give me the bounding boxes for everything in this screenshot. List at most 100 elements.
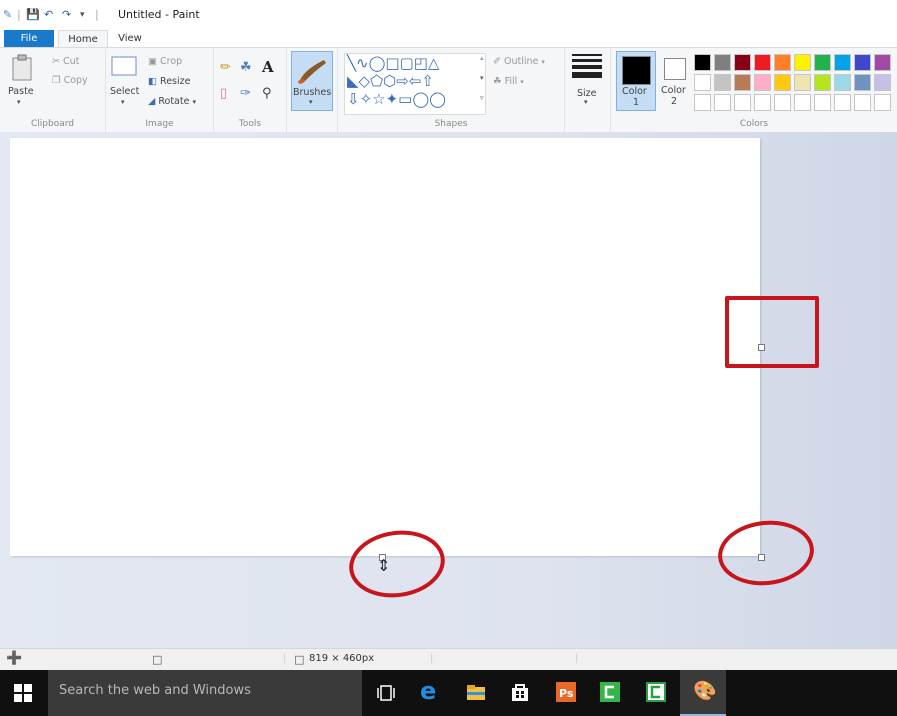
tab-home[interactable]: Home — [58, 30, 108, 48]
paste-icon — [12, 54, 32, 81]
title-bar: ✎ | 💾 ↶ ↷ ▾ | Untitled - Paint — [0, 0, 897, 30]
rotate-button[interactable]: ◢ Rotate ▾ — [148, 96, 196, 107]
shapes-group-label: Shapes — [434, 119, 468, 129]
paste-label[interactable]: Paste — [8, 86, 34, 97]
palette-color-swatch[interactable] — [874, 94, 891, 111]
window-title: Untitled - Paint — [118, 8, 200, 21]
palette-color-swatch[interactable] — [874, 54, 891, 71]
palette-color-swatch[interactable] — [814, 54, 831, 71]
palette-color-swatch[interactable] — [794, 54, 811, 71]
paste-dropdown-icon[interactable]: ▾ — [17, 98, 21, 106]
quick-access-dropdown-icon[interactable]: ▾ — [80, 8, 85, 22]
crop-button[interactable]: ▣ Crop — [148, 56, 182, 67]
camtasia-icon[interactable] — [600, 682, 620, 702]
task-view-icon[interactable] — [376, 684, 396, 704]
store-icon[interactable] — [510, 682, 530, 702]
colors-group-label: Colors — [739, 119, 769, 129]
shapes-expand-icon[interactable]: ▿ — [480, 94, 484, 102]
palette-color-swatch[interactable] — [694, 74, 711, 91]
edge-browser-icon[interactable]: e — [420, 676, 440, 705]
scissors-icon: ✂ — [52, 56, 60, 67]
taskbar-search-input[interactable]: Search the web and Windows — [48, 670, 362, 716]
shapes-scroll-up-icon[interactable]: ▴ — [480, 54, 484, 62]
drawing-canvas[interactable] — [10, 138, 760, 556]
fill-icon: ☘ — [493, 76, 502, 87]
palette-color-swatch[interactable] — [774, 54, 791, 71]
palette-color-swatch[interactable] — [854, 54, 871, 71]
palette-color-swatch[interactable] — [734, 54, 751, 71]
color1-swatch — [622, 56, 651, 85]
palette-color-swatch[interactable] — [714, 74, 731, 91]
palette-color-swatch[interactable] — [854, 94, 871, 111]
palette-color-swatch[interactable] — [814, 94, 831, 111]
photoshop-icon[interactable]: Ps — [556, 682, 576, 702]
rotate-icon: ◢ — [148, 96, 156, 107]
cut-label: Cut — [63, 56, 80, 67]
shapes-gallery[interactable]: ╲∿◯□▢◰△ ◣◇⬠⬡⇨⇦⇧ ⇩✧☆✦▭◯◯ — [344, 53, 486, 115]
paint-taskbar-button[interactable]: 🎨 — [680, 670, 726, 716]
palette-color-swatch[interactable] — [794, 74, 811, 91]
fill-bucket-icon[interactable]: ☘ — [240, 60, 252, 75]
shapes-scroll-down-icon[interactable]: ▾ — [480, 74, 484, 82]
palette-color-swatch[interactable] — [854, 74, 871, 91]
palette-color-swatch[interactable] — [774, 94, 791, 111]
paint-app-icon[interactable]: ✎ — [3, 8, 12, 22]
eraser-icon[interactable]: ▯ — [220, 86, 227, 101]
color2-button[interactable]: Color 2 — [658, 51, 692, 109]
pencil-icon[interactable]: ✏ — [220, 60, 231, 75]
shapes-row-1: ╲∿◯□▢◰△ — [347, 54, 440, 72]
palette-color-swatch[interactable] — [834, 74, 851, 91]
crop-icon: ▣ — [148, 56, 157, 67]
palette-color-swatch[interactable] — [694, 94, 711, 111]
brushes-group: Brushes ▾ — [287, 48, 338, 132]
palette-color-swatch[interactable] — [694, 54, 711, 71]
palette-color-swatch[interactable] — [754, 54, 771, 71]
copy-button[interactable]: ❐ Copy — [52, 75, 88, 86]
save-icon[interactable]: 💾 — [26, 8, 40, 22]
select-dropdown-icon[interactable]: ▾ — [121, 98, 125, 106]
palette-color-swatch[interactable] — [774, 74, 791, 91]
palette-color-swatch[interactable] — [734, 94, 751, 111]
cut-button[interactable]: ✂ Cut — [52, 56, 79, 67]
palette-color-swatch[interactable] — [874, 74, 891, 91]
status-separator: | — [283, 653, 287, 664]
camtasia-recorder-icon[interactable] — [646, 682, 666, 702]
color1-button[interactable]: Color 1 — [616, 51, 656, 111]
size-dropdown-icon[interactable]: ▾ — [584, 98, 588, 106]
status-separator: | — [575, 653, 579, 664]
palette-color-swatch[interactable] — [754, 74, 771, 91]
windows-start-icon[interactable] — [14, 684, 32, 702]
file-explorer-icon[interactable] — [466, 683, 486, 703]
canvas-size-icon: □ — [294, 653, 305, 666]
select-button[interactable] — [110, 54, 138, 78]
fill-dropdown-icon: ▾ — [520, 78, 524, 86]
paste-button[interactable] — [10, 54, 34, 82]
palette-color-swatch[interactable] — [814, 74, 831, 91]
palette-color-swatch[interactable] — [794, 94, 811, 111]
select-label[interactable]: Select — [110, 86, 139, 97]
palette-color-swatch[interactable] — [834, 94, 851, 111]
separator: | — [17, 8, 21, 21]
tab-file[interactable]: File — [4, 30, 54, 47]
palette-color-swatch[interactable] — [714, 54, 731, 71]
text-tool-icon[interactable]: A — [262, 58, 274, 76]
brushes-dropdown-icon: ▾ — [309, 98, 313, 106]
magnifier-icon[interactable]: ⚲ — [262, 86, 272, 101]
size-icon[interactable] — [572, 54, 602, 78]
resize-button[interactable]: ◧ Resize — [148, 76, 190, 87]
outline-button[interactable]: ✐ Outline ▾ — [493, 56, 545, 67]
undo-icon[interactable]: ↶ — [44, 8, 53, 22]
status-separator: | — [430, 653, 434, 664]
ribbon: Paste ▾ ✂ Cut ❐ Copy Clipboard Select ▾ … — [0, 47, 897, 133]
tab-view[interactable]: View — [110, 30, 150, 47]
palette-color-swatch[interactable] — [734, 74, 751, 91]
outline-dropdown-icon: ▾ — [541, 58, 545, 66]
palette-color-swatch[interactable] — [834, 54, 851, 71]
brushes-button[interactable]: Brushes ▾ — [291, 51, 333, 111]
palette-color-swatch[interactable] — [754, 94, 771, 111]
palette-color-swatch[interactable] — [714, 94, 731, 111]
redo-icon[interactable]: ↷ — [62, 8, 71, 22]
color-picker-icon[interactable]: ✑ — [240, 86, 251, 101]
fill-button[interactable]: ☘ Fill ▾ — [493, 76, 524, 87]
separator: | — [95, 8, 99, 21]
